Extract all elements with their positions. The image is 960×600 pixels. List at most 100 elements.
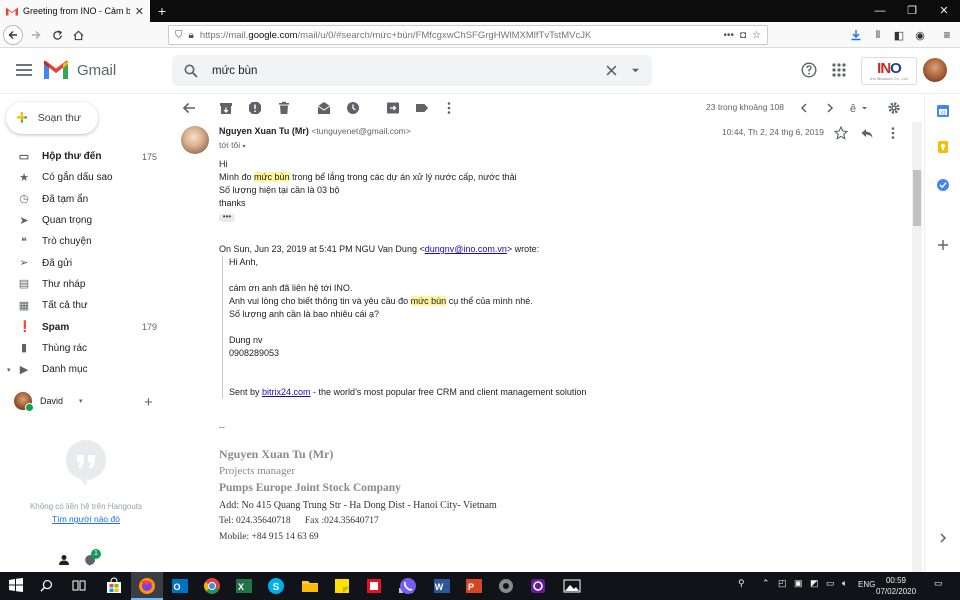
network-icon[interactable]: ▭ xyxy=(826,578,835,589)
notifications-icon[interactable]: ▭ xyxy=(934,578,943,589)
taskbar-skype-icon[interactable]: S xyxy=(266,576,286,596)
new-tab-button[interactable]: + xyxy=(154,3,170,19)
quoted-email-link[interactable]: dungnv@ino.com.vn xyxy=(425,244,507,254)
taskbar-outlook-icon[interactable]: O xyxy=(170,576,190,596)
sidebar-item[interactable]: ◷ Đã tạm ẩn xyxy=(0,189,172,210)
snooze-icon[interactable] xyxy=(346,101,360,115)
sidebar-item[interactable]: ▮ Thùng rác xyxy=(0,338,172,359)
menu-button[interactable]: ≡ xyxy=(937,25,957,45)
reload-button[interactable] xyxy=(47,25,67,45)
get-addons-icon[interactable] xyxy=(936,238,950,252)
shield-icon[interactable]: ⛉ xyxy=(175,30,183,41)
input-language[interactable]: ENG xyxy=(858,580,875,589)
minimize-window-button[interactable]: — xyxy=(864,0,896,22)
contacts-icon[interactable] xyxy=(58,554,70,566)
sidebar-item[interactable]: ❝ Trò chuyện xyxy=(0,231,172,252)
pocket-icon[interactable]: ◘ xyxy=(740,30,746,41)
chevron-down-icon[interactable]: ▾ xyxy=(79,397,83,405)
volume-icon[interactable]: 🔈︎ xyxy=(842,578,847,589)
google-apps-icon[interactable] xyxy=(831,62,847,78)
sidebar-item[interactable]: ❗ Spam 179 xyxy=(0,316,172,337)
search-icon[interactable] xyxy=(184,64,198,78)
address-bar[interactable]: ⛉ 🔒︎ https://mail.google.com/mail/u/0/#s… xyxy=(168,25,768,45)
sidebar-item[interactable]: ★ Có gắn dấu sao xyxy=(0,167,172,188)
keep-icon[interactable] xyxy=(936,140,950,154)
people-tray-icon[interactable]: ⚲ xyxy=(738,578,745,589)
taskbar-app2-icon[interactable] xyxy=(528,576,548,596)
reply-icon[interactable] xyxy=(860,126,874,140)
sidebar-item[interactable]: ▭ Hộp thư đến 175 xyxy=(0,146,172,167)
hangouts-user[interactable]: David ▾ xyxy=(14,392,83,412)
account-avatar[interactable] xyxy=(923,58,947,82)
sidebar-toggle-button[interactable]: ◧ xyxy=(889,25,909,45)
tasks-icon[interactable] xyxy=(936,178,950,192)
taskbar-word-icon[interactable]: W xyxy=(432,576,452,596)
close-tab-icon[interactable]: ✕ xyxy=(135,5,144,18)
windows-start-icon[interactable] xyxy=(9,578,23,592)
tray-app3-icon[interactable]: ◩ xyxy=(810,578,819,589)
move-to-icon[interactable] xyxy=(386,101,400,115)
lock-icon[interactable]: 🔒︎ xyxy=(189,30,194,41)
report-spam-icon[interactable] xyxy=(248,101,262,115)
taskbar-search-icon[interactable] xyxy=(40,579,53,592)
help-icon[interactable] xyxy=(801,62,817,78)
page-actions-icon[interactable]: ••• xyxy=(723,30,734,41)
expand-panel-icon[interactable] xyxy=(936,531,950,545)
taskbar-chrome-icon[interactable] xyxy=(202,576,222,596)
taskbar-file-explorer-icon[interactable] xyxy=(300,576,320,596)
organization-logo[interactable]: INO Ino Measure Co., Ltd xyxy=(861,57,917,85)
sidebar-item[interactable]: ▦ Tất cả thư xyxy=(0,295,172,316)
browser-tab[interactable]: Greeting from INO - Cảm biến ✕ xyxy=(0,0,150,22)
account-button[interactable]: ◉ xyxy=(910,25,930,45)
tray-app-icon[interactable]: ◰ xyxy=(778,578,787,589)
bitrix-link[interactable]: bitrix24.com xyxy=(262,387,311,397)
search-input[interactable] xyxy=(212,64,592,77)
delete-icon[interactable] xyxy=(277,101,291,115)
back-to-search-icon[interactable] xyxy=(182,101,196,115)
star-icon[interactable] xyxy=(834,126,848,140)
main-menu-icon[interactable] xyxy=(15,62,33,78)
taskbar-viber-icon[interactable] xyxy=(398,576,418,596)
taskbar-sticky-notes-icon[interactable] xyxy=(332,576,352,596)
taskbar-tool-icon[interactable] xyxy=(496,576,516,596)
sidebar-item[interactable]: ▾ ▶ Danh mục xyxy=(0,359,172,380)
more-options-icon[interactable] xyxy=(442,101,456,115)
gmail-logo[interactable]: Gmail xyxy=(43,60,116,80)
calendar-icon[interactable]: 31 xyxy=(936,104,950,118)
system-clock[interactable]: 00:59 07/02/2020 xyxy=(876,575,916,597)
clear-search-icon[interactable] xyxy=(606,65,617,76)
sidebar-item[interactable]: ➢ Đã gửi xyxy=(0,252,172,273)
mail-search-bar[interactable] xyxy=(172,55,652,86)
forward-button[interactable] xyxy=(26,25,46,45)
back-button[interactable] xyxy=(3,25,23,45)
sidebar-item[interactable]: ➤ Quan trọng xyxy=(0,210,172,231)
library-button[interactable]: ⫴ xyxy=(868,25,888,45)
labels-icon[interactable] xyxy=(415,101,429,115)
taskbar-firefox-icon[interactable] xyxy=(131,572,163,600)
older-icon[interactable] xyxy=(823,101,837,115)
downloads-button[interactable] xyxy=(846,25,866,45)
hangouts-chat-button[interactable]: 1 xyxy=(84,549,101,566)
message-scrollbar[interactable] xyxy=(912,122,922,572)
mark-unread-icon[interactable] xyxy=(317,101,331,115)
sender-name[interactable]: Nguyen Xuan Tu (Mr) xyxy=(219,126,309,136)
expand-icon[interactable]: ▾ xyxy=(7,366,11,374)
search-options-icon[interactable] xyxy=(631,66,640,75)
newer-icon[interactable] xyxy=(797,101,811,115)
new-conversation-button[interactable]: + xyxy=(144,394,153,411)
input-tools-icon[interactable]: ê xyxy=(849,101,871,115)
bookmark-star-icon[interactable]: ☆ xyxy=(752,30,761,41)
show-hidden-icons[interactable]: ⌃ xyxy=(762,578,770,589)
compose-button[interactable]: + Soạn thư xyxy=(6,102,98,134)
archive-icon[interactable] xyxy=(219,101,233,115)
restore-window-button[interactable]: ❐ xyxy=(896,0,928,22)
taskbar-powerpoint-icon[interactable]: P xyxy=(464,576,484,596)
home-button[interactable] xyxy=(68,25,88,45)
close-window-button[interactable]: ✕ xyxy=(928,0,960,22)
sidebar-item[interactable]: ▤ Thư nháp xyxy=(0,274,172,295)
find-someone-link[interactable]: Tìm người nào đó xyxy=(0,514,172,524)
taskbar-app-icon[interactable] xyxy=(364,576,384,596)
sender-avatar[interactable] xyxy=(181,126,209,154)
taskbar-photos-icon[interactable] xyxy=(562,576,582,596)
tray-app2-icon[interactable]: ▣ xyxy=(794,578,803,589)
